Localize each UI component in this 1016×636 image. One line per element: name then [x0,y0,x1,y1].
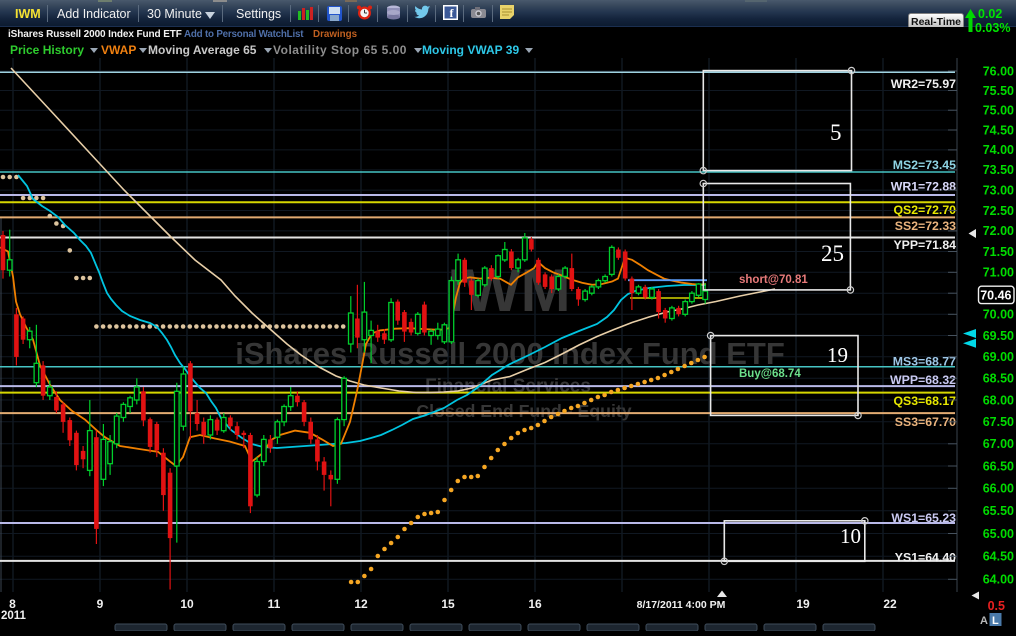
svg-text:SS3=67.70: SS3=67.70 [895,415,956,429]
svg-text:68.50: 68.50 [983,372,1014,386]
svg-text:12: 12 [354,597,368,611]
svg-text:67.50: 67.50 [983,415,1014,429]
svg-text:70.46: 70.46 [980,288,1011,302]
svg-text:68.00: 68.00 [983,393,1014,407]
svg-text:75.50: 75.50 [983,84,1014,98]
svg-text:WPP=68.32: WPP=68.32 [890,373,956,387]
svg-text:73.50: 73.50 [983,163,1014,177]
svg-text:19: 19 [796,597,810,611]
svg-text:25: 25 [821,241,844,266]
svg-text:16: 16 [528,597,542,611]
svg-text:69.00: 69.00 [983,350,1014,364]
svg-text:0.5: 0.5 [988,599,1005,613]
svg-text:72.50: 72.50 [983,204,1014,218]
svg-text:MS2=73.45: MS2=73.45 [893,158,956,172]
svg-text:WS1=65.23: WS1=65.23 [891,511,956,525]
svg-text:65.00: 65.00 [983,527,1014,541]
svg-text:74.00: 74.00 [983,143,1014,157]
svg-text:11: 11 [268,597,281,611]
svg-text:73.00: 73.00 [983,183,1014,197]
svg-text:Closed End Fund - Equity: Closed End Fund - Equity [416,401,631,421]
svg-text:64.50: 64.50 [983,550,1014,564]
svg-text:Buy@68.74: Buy@68.74 [739,368,801,380]
svg-text:69.50: 69.50 [983,329,1014,343]
svg-text:YS1=64.40: YS1=64.40 [895,551,956,565]
svg-text:74.50: 74.50 [983,123,1014,137]
svg-text:MS3=68.77: MS3=68.77 [893,355,956,369]
svg-text:8/17/2011 4:00 PM: 8/17/2011 4:00 PM [637,599,726,611]
svg-text:66.50: 66.50 [983,459,1014,473]
svg-text:QS2=72.70: QS2=72.70 [893,203,956,217]
svg-text:76.00: 76.00 [983,64,1014,78]
svg-text:72.00: 72.00 [983,224,1014,238]
svg-text:10: 10 [180,597,194,611]
svg-text:71.50: 71.50 [983,245,1014,259]
svg-text:WR2=75.97: WR2=75.97 [891,77,956,91]
svg-text:5: 5 [830,120,842,145]
svg-text:WR1=72.88: WR1=72.88 [891,180,956,194]
svg-text:2011: 2011 [1,610,27,622]
svg-text:15: 15 [441,597,455,611]
svg-text:8: 8 [9,597,16,611]
svg-text:YPP=71.84: YPP=71.84 [893,238,956,252]
svg-text:19: 19 [827,343,848,367]
svg-text:71.00: 71.00 [983,266,1014,280]
svg-text:22: 22 [883,597,897,611]
svg-text:QS3=68.17: QS3=68.17 [893,394,956,408]
svg-text:64.00: 64.00 [983,573,1014,587]
svg-text:SS2=72.33: SS2=72.33 [895,219,956,233]
svg-text:75.00: 75.00 [983,104,1014,118]
svg-text:L: L [992,615,999,627]
svg-text:70.00: 70.00 [983,308,1014,322]
svg-text:66.00: 66.00 [983,482,1014,496]
svg-text:9: 9 [97,597,104,611]
svg-text:65.50: 65.50 [983,504,1014,518]
svg-text:10: 10 [840,524,861,548]
svg-text:A: A [980,615,988,627]
svg-text:67.00: 67.00 [983,437,1014,451]
svg-text:short@70.81: short@70.81 [739,274,808,286]
